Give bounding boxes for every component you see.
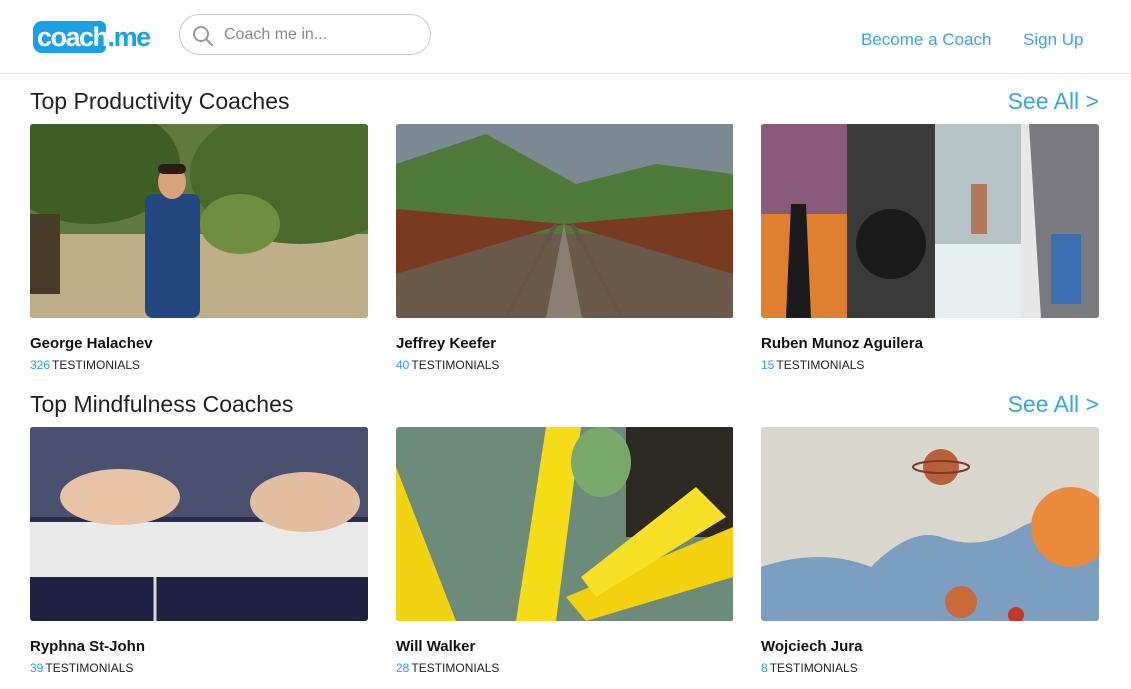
coach-card[interactable]: George Halachev 326 TESTIMONIALS — [30, 124, 368, 372]
coach-card[interactable]: Wojciech Jura 8 TESTIMONIALS — [761, 427, 1099, 675]
sign-up-link[interactable]: Sign Up — [1023, 30, 1083, 50]
coach-photo-railway-tracks[interactable] — [396, 124, 734, 318]
coach-name[interactable]: George Halachev — [30, 335, 368, 352]
coach-name[interactable]: Jeffrey Keefer — [396, 335, 734, 352]
coach-name[interactable]: Ruben Munoz Aguilera — [761, 335, 1099, 352]
coach-photo-collage[interactable] — [761, 124, 1099, 318]
testimonials-count: 39 TESTIMONIALS — [30, 661, 134, 675]
testimonials-count: 8 TESTIMONIALS — [761, 661, 858, 675]
coach-name[interactable]: Wojciech Jura — [761, 638, 1099, 655]
see-all-productivity-link[interactable]: See All > — [1008, 88, 1099, 115]
coach-photo-yellow-flower[interactable] — [396, 427, 734, 621]
coach-photo-hands-on-keyboard[interactable] — [30, 427, 368, 621]
coach-card[interactable]: Ruben Munoz Aguilera 15 TESTIMONIALS — [761, 124, 1099, 372]
testimonials-count: 326 TESTIMONIALS — [30, 358, 141, 372]
coach-card[interactable]: Will Walker 28 TESTIMONIALS — [396, 427, 734, 675]
search-input[interactable] — [222, 21, 421, 49]
site-header: coach.me Become a Coach Sign Up — [0, 0, 1131, 74]
search-box[interactable] — [179, 14, 431, 55]
coach-name[interactable]: Ryphna St-John — [30, 638, 368, 655]
coach-photo-child-drawing-space[interactable] — [761, 427, 1099, 621]
coach-card[interactable]: Jeffrey Keefer 40 TESTIMONIALS — [396, 124, 734, 372]
testimonials-count: 15 TESTIMONIALS — [761, 358, 865, 372]
section-title-productivity: Top Productivity Coaches — [30, 88, 290, 114]
logo-text: coach.me — [37, 22, 151, 52]
search-icon — [193, 26, 214, 47]
coach-card[interactable]: Ryphna St-John 39 TESTIMONIALS — [30, 427, 368, 675]
coach-photo-man-in-garden[interactable] — [30, 124, 368, 318]
become-a-coach-link[interactable]: Become a Coach — [861, 30, 991, 50]
coach-name[interactable]: Will Walker — [396, 638, 734, 655]
testimonials-count: 40 TESTIMONIALS — [396, 358, 500, 372]
section-title-mindfulness: Top Mindfulness Coaches — [30, 391, 294, 417]
see-all-mindfulness-link[interactable]: See All > — [1008, 391, 1099, 418]
testimonials-count: 28 TESTIMONIALS — [396, 661, 500, 675]
